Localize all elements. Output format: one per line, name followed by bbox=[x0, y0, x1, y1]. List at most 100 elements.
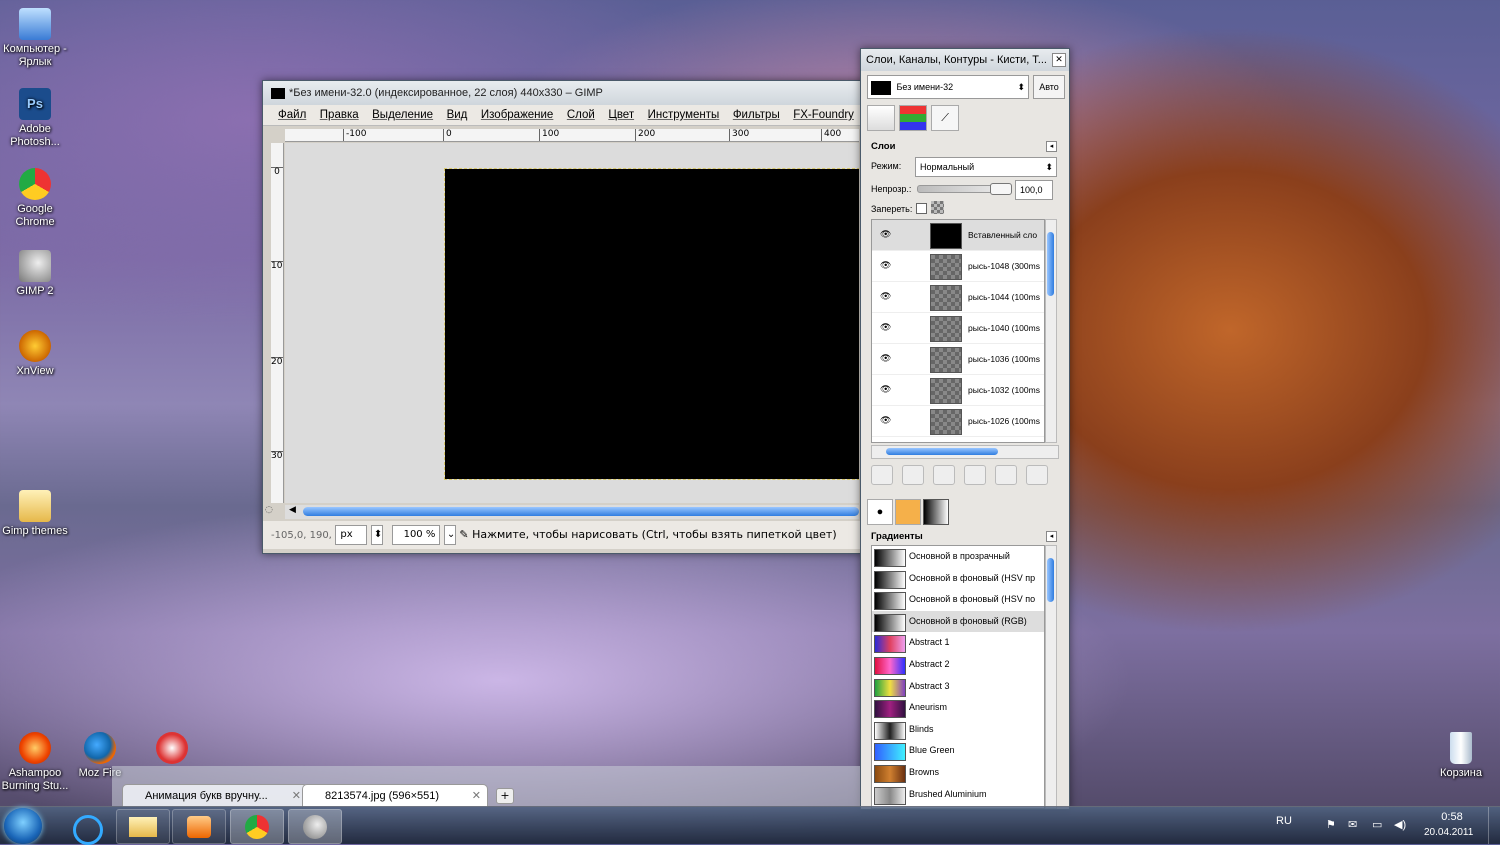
tab-layers[interactable] bbox=[867, 105, 895, 131]
eye-icon[interactable]: 👁 bbox=[880, 384, 892, 394]
menu-filters[interactable]: Фильтры bbox=[728, 105, 785, 125]
menu-fx-foundry[interactable]: FX-Foundry bbox=[788, 105, 859, 125]
tab-patterns[interactable] bbox=[895, 499, 921, 525]
scrollbar-thumb[interactable] bbox=[886, 448, 998, 455]
zoom-select[interactable]: 100 % bbox=[392, 525, 441, 545]
eye-icon[interactable]: 👁 bbox=[880, 415, 892, 425]
close-icon[interactable]: ✕ bbox=[1052, 53, 1066, 67]
opacity-input[interactable]: 100,0 bbox=[1015, 180, 1053, 200]
browser-tab-active[interactable]: 8213574.jpg (596×551) ✕ bbox=[302, 784, 488, 807]
explorer-icon[interactable] bbox=[116, 809, 170, 844]
layers-dock[interactable]: Слои, Каналы, Контуры - Кисти, Т... ✕ Бе… bbox=[860, 48, 1070, 810]
dock-titlebar[interactable]: Слои, Каналы, Контуры - Кисти, Т... ✕ bbox=[861, 49, 1069, 71]
clock-time[interactable]: 0:58 bbox=[1437, 811, 1467, 823]
image-selector[interactable]: Без имени-32 ⬍ bbox=[867, 75, 1029, 99]
navigate-icon[interactable]: ◌ bbox=[265, 505, 279, 519]
canvas-area[interactable] bbox=[285, 143, 859, 503]
gradient-row[interactable]: Aneurism bbox=[872, 697, 1044, 719]
scrollbar-thumb[interactable] bbox=[1047, 232, 1054, 296]
media-player-icon[interactable] bbox=[172, 809, 226, 844]
layers-hscrollbar[interactable] bbox=[871, 445, 1059, 459]
new-layer-icon[interactable] bbox=[871, 465, 893, 485]
menu-color[interactable]: Цвет bbox=[603, 105, 639, 125]
zoom-dropdown-icon[interactable]: ⌄ bbox=[443, 525, 456, 545]
delete-layer-icon[interactable] bbox=[1026, 465, 1048, 485]
tab-gradients[interactable] bbox=[923, 499, 949, 525]
gradient-row[interactable]: Основной в фоновый (RGB) bbox=[872, 610, 1044, 633]
eye-icon[interactable]: 👁 bbox=[880, 353, 892, 363]
new-tab-icon[interactable]: + bbox=[496, 788, 514, 804]
menu-select[interactable]: Выделение bbox=[367, 105, 438, 125]
gradient-row[interactable]: Browns bbox=[872, 762, 1044, 784]
language-indicator[interactable]: RU bbox=[1276, 815, 1292, 827]
scrollbar-thumb[interactable] bbox=[303, 507, 859, 516]
layer-row[interactable]: 👁 рысь-1048 (300ms bbox=[872, 251, 1044, 282]
lock-checkbox[interactable] bbox=[916, 203, 927, 214]
close-icon[interactable]: ✕ bbox=[472, 785, 481, 807]
close-icon[interactable]: ✕ bbox=[292, 785, 301, 807]
layers-list[interactable]: 👁 Вставленный сло 👁 рысь-1048 (300ms 👁 р… bbox=[871, 219, 1045, 443]
layer-row[interactable]: 👁 рысь-1040 (100ms bbox=[872, 313, 1044, 344]
opacity-slider-handle[interactable] bbox=[990, 183, 1012, 195]
show-desktop-button[interactable] bbox=[1488, 807, 1500, 844]
desktop-icon-xnview[interactable]: XnView bbox=[0, 330, 70, 378]
gradient-row[interactable]: Abstract 1 bbox=[872, 632, 1044, 654]
desktop-icon-computer[interactable]: Компьютер - Ярлык bbox=[0, 8, 70, 69]
unit-select[interactable]: px bbox=[335, 525, 368, 545]
gradient-row[interactable]: Основной в фоновый (HSV пр bbox=[872, 568, 1044, 590]
scroll-left-icon[interactable]: ◀ bbox=[289, 505, 296, 515]
desktop-icon-gimp[interactable]: GIMP 2 bbox=[0, 250, 70, 298]
layer-row[interactable]: 👁 рысь-1032 (100ms bbox=[872, 375, 1044, 406]
layer-row[interactable]: 👁 рысь-1036 (100ms bbox=[872, 344, 1044, 375]
ie-icon[interactable] bbox=[58, 809, 112, 845]
image-canvas[interactable] bbox=[444, 168, 859, 480]
volume-icon[interactable]: ◀) bbox=[1394, 818, 1406, 831]
layer-row[interactable]: 👁 рысь-1044 (100ms bbox=[872, 282, 1044, 313]
eye-icon[interactable]: 👁 bbox=[880, 229, 892, 239]
gimp-taskbar-icon[interactable] bbox=[288, 809, 342, 844]
image-window-titlebar[interactable]: *Без имени-32.0 (индексированное, 22 сло… bbox=[263, 81, 863, 105]
auto-button[interactable]: Авто bbox=[1033, 75, 1065, 99]
gradient-row[interactable]: Blue Green bbox=[872, 740, 1044, 762]
gradient-row[interactable]: Brushed Aluminium bbox=[872, 784, 1044, 806]
browser-tab[interactable]: Анимация букв вручну... ✕ bbox=[122, 784, 308, 807]
start-button[interactable] bbox=[4, 808, 42, 844]
duplicate-layer-icon[interactable] bbox=[964, 465, 986, 485]
network-icon[interactable]: ▭ bbox=[1372, 818, 1382, 831]
vertical-ruler[interactable]: 0 100 200 300 bbox=[271, 143, 284, 503]
lower-layer-icon[interactable] bbox=[933, 465, 955, 485]
tab-paths[interactable]: ⟋ bbox=[931, 105, 960, 131]
desktop-icon-recycle-bin[interactable]: Корзина bbox=[1426, 732, 1496, 780]
gradient-row[interactable]: Abstract 3 bbox=[872, 676, 1044, 698]
gradient-row[interactable]: Основной в фоновый (HSV по bbox=[872, 589, 1044, 611]
scrollbar-thumb[interactable] bbox=[1047, 558, 1054, 602]
horizontal-ruler[interactable]: -100 0 100 200 300 400 bbox=[285, 129, 859, 142]
unit-spin-icon[interactable]: ⬍ bbox=[370, 525, 383, 545]
raise-layer-icon[interactable] bbox=[902, 465, 924, 485]
desktop-icon-app[interactable] bbox=[142, 732, 202, 767]
menu-edit[interactable]: Правка bbox=[315, 105, 364, 125]
layer-row[interactable]: 👁 Вставленный сло bbox=[872, 220, 1044, 251]
anchor-icon[interactable] bbox=[995, 465, 1017, 485]
mode-select[interactable]: Нормальный ⬍ bbox=[915, 157, 1057, 177]
tab-channels[interactable] bbox=[899, 105, 928, 131]
clock-date[interactable]: 20.04.2011 bbox=[1424, 827, 1473, 838]
chrome-taskbar-icon[interactable] bbox=[230, 809, 284, 844]
desktop-icon-gimp-themes[interactable]: Gimp themes bbox=[0, 490, 70, 538]
menu-file[interactable]: Файл bbox=[273, 105, 311, 125]
gradient-row[interactable]: Blinds bbox=[872, 719, 1044, 741]
tab-brushes[interactable]: ● bbox=[867, 499, 893, 525]
menu-view[interactable]: Вид bbox=[442, 105, 473, 125]
menu-image[interactable]: Изображение bbox=[476, 105, 558, 125]
opacity-slider[interactable] bbox=[917, 183, 1012, 195]
horizontal-scrollbar[interactable]: ◀ bbox=[285, 505, 859, 519]
panel-menu-icon[interactable]: ◂ bbox=[1046, 141, 1057, 152]
menu-tools[interactable]: Инструменты bbox=[643, 105, 725, 125]
gradients-list[interactable]: Основной в прозрачный Основной в фоновый … bbox=[871, 545, 1045, 809]
desktop-icon-chrome[interactable]: Google Chrome bbox=[0, 168, 70, 229]
gradient-row[interactable]: Основной в прозрачный bbox=[872, 546, 1044, 568]
panel-menu-icon[interactable]: ◂ bbox=[1046, 531, 1057, 542]
menu-layer[interactable]: Слой bbox=[562, 105, 600, 125]
eye-icon[interactable]: 👁 bbox=[880, 260, 892, 270]
flag-icon[interactable]: ⚑ bbox=[1326, 818, 1336, 831]
